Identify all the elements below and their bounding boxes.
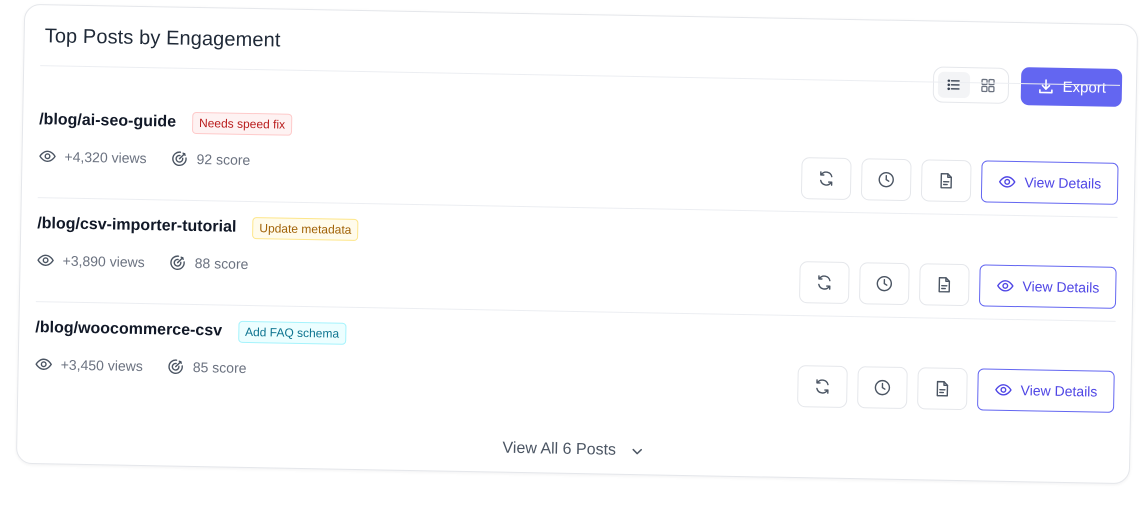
views-count: +3,890 views: [62, 252, 145, 271]
card-toolbar: Export: [932, 65, 1123, 107]
eye-icon: [35, 355, 53, 373]
view-details-button[interactable]: View Details: [979, 264, 1117, 309]
report-button[interactable]: [917, 367, 969, 411]
eye-icon: [994, 381, 1012, 399]
views-stat: +3,890 views: [36, 251, 145, 271]
row-actions: View Details: [797, 365, 1115, 413]
list-view-button[interactable]: [937, 71, 970, 99]
row-actions: View Details: [799, 261, 1117, 309]
view-all-label: View All 6 Posts: [502, 439, 617, 459]
chevron-down-icon: [630, 444, 644, 458]
refresh-button[interactable]: [799, 261, 850, 304]
status-badge: Add FAQ schema: [237, 320, 347, 345]
view-details-label: View Details: [1020, 382, 1098, 400]
row-actions: View Details: [801, 157, 1119, 205]
post-title: /blog/ai-seo-guide Needs speed fix: [39, 109, 293, 136]
history-button[interactable]: [861, 158, 912, 202]
score-stat: 92 score: [170, 150, 250, 169]
export-label: Export: [1062, 78, 1107, 97]
list-icon: [945, 77, 961, 93]
clock-icon: [877, 170, 895, 188]
download-icon: [1036, 77, 1054, 95]
score-stat: 85 score: [167, 358, 247, 377]
refresh-button[interactable]: [797, 365, 849, 408]
eye-icon: [36, 251, 54, 269]
clock-icon: [873, 378, 891, 396]
views-count: +4,320 views: [64, 148, 147, 167]
post-title: /blog/woocommerce-csv Add FAQ schema: [35, 317, 347, 345]
card-title: Top Posts by Engagement: [44, 25, 281, 52]
eye-icon: [998, 173, 1016, 191]
target-icon: [167, 358, 185, 376]
document-icon: [937, 172, 955, 190]
score-value: 92 score: [196, 151, 251, 168]
target-icon: [169, 254, 187, 272]
post-path: /blog/csv-importer-tutorial: [37, 215, 237, 236]
post-path: /blog/woocommerce-csv: [35, 319, 223, 340]
history-button[interactable]: [857, 366, 909, 410]
post-path: /blog/ai-seo-guide: [39, 111, 177, 131]
clock-icon: [875, 274, 893, 292]
post-row: /blog/woocommerce-csv Add FAQ schema +3,…: [34, 305, 1116, 421]
target-icon: [170, 150, 188, 168]
view-details-label: View Details: [1024, 174, 1102, 192]
post-title: /blog/csv-importer-tutorial Update metad…: [37, 213, 359, 241]
stage: Top Posts by Engagement Export /blog/ai-…: [0, 0, 1148, 508]
score-stat: 88 score: [169, 254, 249, 273]
refresh-icon: [813, 377, 831, 395]
status-badge: Update metadata: [252, 217, 359, 241]
post-meta: +4,320 views 92 score: [38, 147, 250, 169]
view-details-button[interactable]: View Details: [981, 160, 1119, 205]
view-details-label: View Details: [1022, 278, 1100, 296]
view-all-button[interactable]: View All 6 Posts: [17, 431, 1129, 469]
views-count: +3,450 views: [60, 356, 143, 375]
refresh-button[interactable]: [801, 157, 852, 201]
document-icon: [935, 276, 953, 294]
eye-icon: [996, 277, 1014, 295]
history-button[interactable]: [859, 262, 910, 306]
score-value: 88 score: [194, 254, 249, 272]
top-posts-card: Top Posts by Engagement Export /blog/ai-…: [15, 3, 1139, 485]
view-details-button[interactable]: View Details: [977, 368, 1115, 413]
post-meta: +3,450 views 85 score: [35, 355, 247, 377]
export-button[interactable]: Export: [1020, 67, 1123, 107]
post-row: /blog/ai-seo-guide Needs speed fix +4,32…: [38, 97, 1120, 213]
grid-icon: [979, 77, 995, 93]
report-button[interactable]: [919, 263, 970, 307]
document-icon: [933, 380, 951, 398]
report-button[interactable]: [921, 159, 972, 203]
view-toggle: [932, 66, 1009, 104]
refresh-icon: [815, 273, 833, 291]
views-stat: +3,450 views: [35, 355, 143, 375]
views-stat: +4,320 views: [38, 147, 147, 167]
status-badge: Needs speed fix: [191, 111, 293, 136]
score-value: 85 score: [192, 358, 247, 376]
post-meta: +3,890 views 88 score: [36, 251, 249, 273]
grid-view-button[interactable]: [971, 72, 1003, 99]
post-row: /blog/csv-importer-tutorial Update metad…: [36, 201, 1118, 317]
eye-icon: [38, 147, 56, 165]
refresh-icon: [817, 169, 835, 187]
